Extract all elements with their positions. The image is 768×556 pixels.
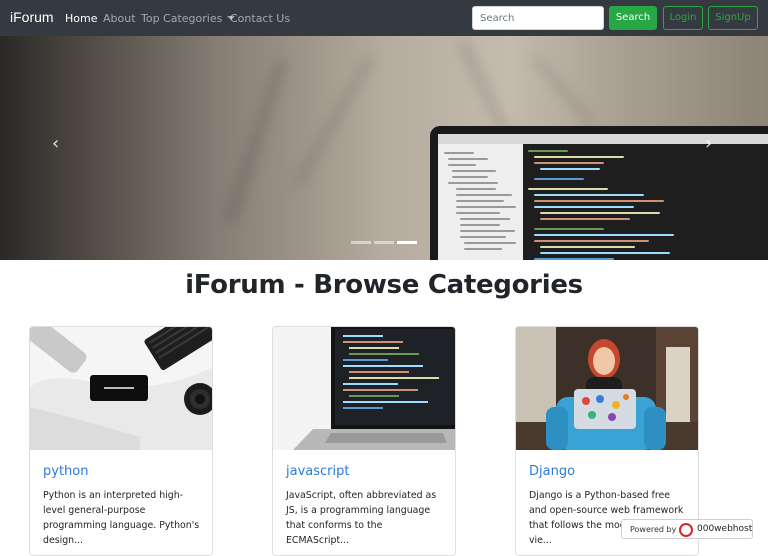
shadow-decoration	[531, 54, 596, 128]
carousel-indicator-1[interactable]	[351, 241, 371, 244]
card-description: JavaScript, often abbreviated as JS, is …	[286, 490, 437, 546]
card-image	[516, 327, 698, 450]
carousel-indicator-3[interactable]	[397, 241, 417, 244]
category-card-python: python Python is an interpreted high-lev…	[29, 326, 213, 556]
chevron-left-icon[interactable]: ‹	[52, 133, 59, 154]
search-input[interactable]	[472, 6, 604, 30]
card-title[interactable]: python	[43, 464, 88, 479]
shadow-decoration	[224, 58, 288, 224]
nav-about[interactable]: About	[103, 12, 136, 25]
nav-top-categories-label: Top Categories	[141, 12, 223, 25]
card-image	[273, 327, 455, 450]
card-title[interactable]: Django	[529, 464, 575, 479]
card-image	[30, 327, 212, 450]
card-description: Python is an interpreted high-level gene…	[43, 490, 200, 546]
shadow-decoration	[293, 54, 375, 188]
nav-top-categories-dropdown[interactable]: Top Categories	[141, 12, 236, 25]
laptop-image	[430, 126, 768, 260]
card-title[interactable]: javascript	[286, 464, 349, 479]
card-description: Django is a Python-based free and open-s…	[529, 490, 686, 546]
laptop-screen	[438, 134, 768, 260]
powered-by-badge[interactable]: Powered by 000webhost	[621, 519, 753, 539]
hero-carousel: ‹ ›	[0, 36, 768, 260]
webhost-logo-icon	[679, 523, 693, 537]
carousel-indicator-2[interactable]	[374, 241, 394, 244]
chevron-right-icon[interactable]: ›	[705, 133, 712, 154]
navbar: iForum Home About Top Categories Contact…	[0, 0, 768, 36]
nav-home[interactable]: Home	[65, 12, 97, 25]
page-title: iForum - Browse Categories	[185, 270, 583, 300]
login-button[interactable]: Login	[663, 6, 703, 30]
brand-logo[interactable]: iForum	[10, 9, 54, 25]
badge-label: Powered by	[630, 525, 677, 534]
search-button[interactable]: Search	[609, 6, 657, 30]
signup-button[interactable]: SignUp	[708, 6, 758, 30]
nav-contact[interactable]: Contact Us	[230, 12, 290, 25]
category-card-javascript: javascript JavaScript, often abbreviated…	[272, 326, 456, 556]
badge-host: 000webhost	[697, 524, 753, 534]
